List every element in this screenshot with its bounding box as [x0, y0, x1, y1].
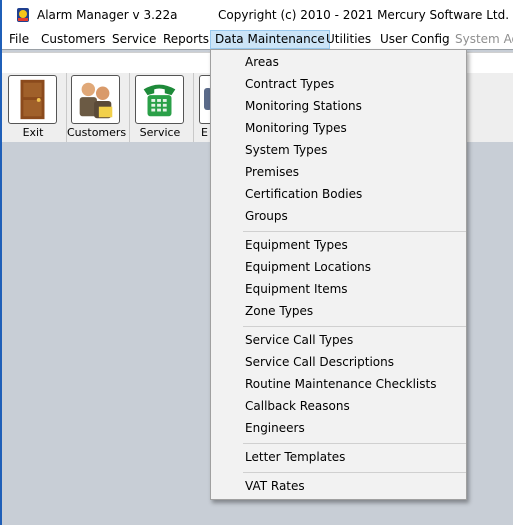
toolbar-service-button[interactable]: Service — [131, 73, 194, 142]
menu-item-callback-reasons[interactable]: Callback Reasons — [245, 395, 350, 417]
toolbar-exit-button[interactable]: Exit — [4, 73, 67, 142]
toolbar-customers-button[interactable]: Customers — [67, 73, 130, 142]
title-bar: Alarm Manager v 3.22a Copyright (c) 2010… — [2, 0, 513, 30]
menu-item-contract-types[interactable]: Contract Types — [245, 73, 334, 95]
menu-item-certification-bodies[interactable]: Certification Bodies — [245, 183, 362, 205]
menu-separator — [243, 326, 466, 327]
menu-service[interactable]: Service — [112, 30, 156, 49]
menu-item-vat-rates[interactable]: VAT Rates — [245, 475, 305, 497]
people-icon — [71, 75, 120, 124]
menu-item-letter-templates[interactable]: Letter Templates — [245, 446, 345, 468]
copyright-text: Copyright (c) 2010 - 2021 Mercury Softwa… — [218, 8, 510, 22]
menu-file[interactable]: File — [9, 30, 29, 49]
menu-item-zone-types[interactable]: Zone Types — [245, 300, 313, 322]
menu-item-equipment-items[interactable]: Equipment Items — [245, 278, 348, 300]
toolbar-e-button[interactable]: E — [195, 73, 213, 142]
menu-item-system-types[interactable]: System Types — [245, 139, 327, 161]
menu-item-monitoring-types[interactable]: Monitoring Types — [245, 117, 347, 139]
menu-item-equipment-types[interactable]: Equipment Types — [245, 234, 348, 256]
menu-bar: File Customers Service Reports Data Main… — [2, 30, 513, 49]
toolbar-service-label: Service — [139, 126, 181, 139]
menu-item-engineers[interactable]: Engineers — [245, 417, 305, 439]
menu-separator — [243, 231, 466, 232]
toolbar-customers-label: Customers — [67, 126, 127, 139]
menu-data-maintenance[interactable]: Data Maintenance — [210, 30, 330, 49]
menu-item-areas[interactable]: Areas — [245, 51, 279, 73]
menu-user-config[interactable]: User Config — [380, 30, 450, 49]
menu-item-groups[interactable]: Groups — [245, 205, 288, 227]
window-title: Alarm Manager v 3.22a — [37, 8, 178, 22]
menu-customers[interactable]: Customers — [41, 30, 106, 49]
door-icon — [8, 75, 57, 124]
menu-item-premises[interactable]: Premises — [245, 161, 299, 183]
menu-item-routine-maintenance-checklists[interactable]: Routine Maintenance Checklists — [245, 373, 436, 395]
telephone-icon — [135, 75, 184, 124]
menu-separator — [243, 472, 466, 473]
menu-utilities[interactable]: Utilities — [326, 30, 371, 49]
menu-separator — [243, 443, 466, 444]
toolbar-exit-label: Exit — [22, 126, 44, 139]
alarm-bell-icon — [17, 8, 29, 22]
menu-item-service-call-descriptions[interactable]: Service Call Descriptions — [245, 351, 394, 373]
menu-system-admin: System Ad — [455, 32, 513, 46]
menu-item-service-call-types[interactable]: Service Call Types — [245, 329, 353, 351]
data-maintenance-menu: Areas Contract Types Monitoring Stations… — [210, 49, 467, 500]
menu-item-equipment-locations[interactable]: Equipment Locations — [245, 256, 371, 278]
menu-reports[interactable]: Reports — [163, 30, 209, 49]
menu-item-monitoring-stations[interactable]: Monitoring Stations — [245, 95, 362, 117]
